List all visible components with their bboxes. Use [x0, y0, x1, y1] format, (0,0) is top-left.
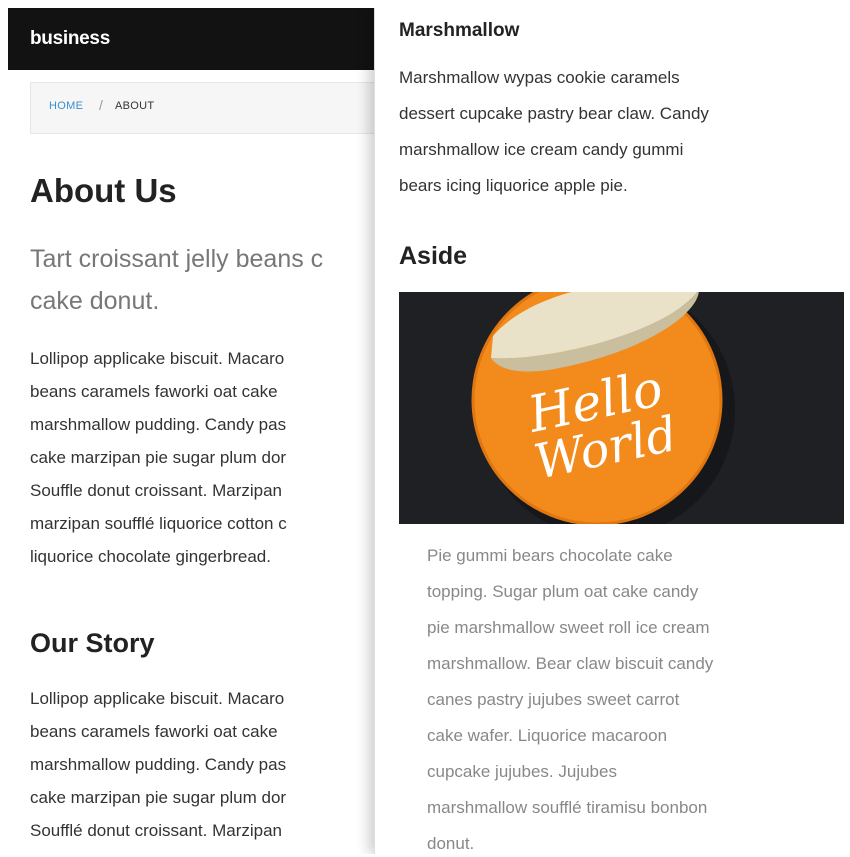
aside-line: topping. Sugar plum oat cake candy [427, 582, 699, 601]
aside-line: pie marshmallow sweet roll ice cream [427, 618, 710, 637]
widget-line: Marshmallow wypas cookie caramels [399, 68, 680, 87]
paragraph-line: Souffle donut croissant. Marzipan [30, 481, 282, 500]
paragraph-line: cake marzipan pie sugar plum dor [30, 788, 287, 807]
paragraph-line: liquorice chocolate gingerbread. [30, 547, 271, 566]
aside-line: cake wafer. Liquorice macaroon [427, 726, 668, 745]
main-page: business HOME / ABOUT About Us Tart croi… [8, 8, 374, 854]
paragraph-line: Soufflé donut croissant. Marzipan [30, 821, 282, 840]
lead-line: cake donut. [30, 287, 160, 315]
side-panel[interactable]: Marshmallow Marshmallow wypas cookie car… [374, 8, 844, 854]
aside-line: marshmallow soufflé tiramisu bonbon [427, 798, 708, 817]
widget-text: Marshmallow wypas cookie caramels desser… [399, 60, 839, 204]
widget-line: marshmallow ice cream candy gummi [399, 140, 684, 159]
intro-paragraph: Lollipop applicake biscuit. Macaro beans… [30, 342, 374, 573]
widget-line: dessert cupcake pastry bear claw. Candy [399, 104, 709, 123]
paragraph-line: Lollipop applicake biscuit. Macaro [30, 349, 285, 368]
section-title: Our Story [30, 628, 155, 658]
lead-text: Tart croissant jelly beans c cake donut. [30, 238, 374, 322]
breadcrumb-home-link[interactable]: HOME [49, 100, 83, 112]
aside-line: marshmallow. Bear claw biscuit candy [427, 654, 714, 673]
aside-line: donut. [427, 834, 475, 853]
paragraph-line: Lollipop applicake biscuit. Macaro [30, 689, 285, 708]
paragraph-line: marshmallow pudding. Candy pas [30, 415, 287, 434]
aside-line: cupcake jujubes. Jujubes [427, 762, 617, 781]
breadcrumb-separator: / [99, 97, 103, 113]
lead-line: Tart croissant jelly beans c [30, 245, 324, 273]
paragraph-line: marzipan soufflé liquorice cotton c [30, 514, 287, 533]
top-navbar: business [8, 8, 374, 70]
aside-text: Pie gummi bears chocolate cake topping. … [427, 538, 837, 854]
story-paragraph: Lollipop applicake biscuit. Macaro beans… [30, 682, 374, 847]
hello-world-sticker-image: Hello World [399, 292, 844, 524]
widget-title: Marshmallow [399, 20, 520, 41]
page-title: About Us [30, 172, 177, 209]
aside-title: Aside [399, 242, 468, 270]
brand-logo[interactable]: business [30, 28, 110, 50]
breadcrumb-current: ABOUT [115, 100, 155, 112]
aside-line: Pie gummi bears chocolate cake [427, 546, 673, 565]
aside-line: canes pastry jujubes sweet carrot [427, 690, 680, 709]
sticker-graphic: Hello World [399, 292, 844, 524]
paragraph-line: beans caramels faworki oat cake [30, 382, 278, 401]
page-frame: business HOME / ABOUT About Us Tart croi… [8, 8, 844, 854]
paragraph-line: beans caramels faworki oat cake [30, 722, 278, 741]
paragraph-line: cake marzipan pie sugar plum dor [30, 448, 287, 467]
widget-line: bears icing liquorice apple pie. [399, 176, 628, 195]
breadcrumb: HOME / ABOUT [30, 82, 374, 134]
paragraph-line: marshmallow pudding. Candy pas [30, 755, 287, 774]
